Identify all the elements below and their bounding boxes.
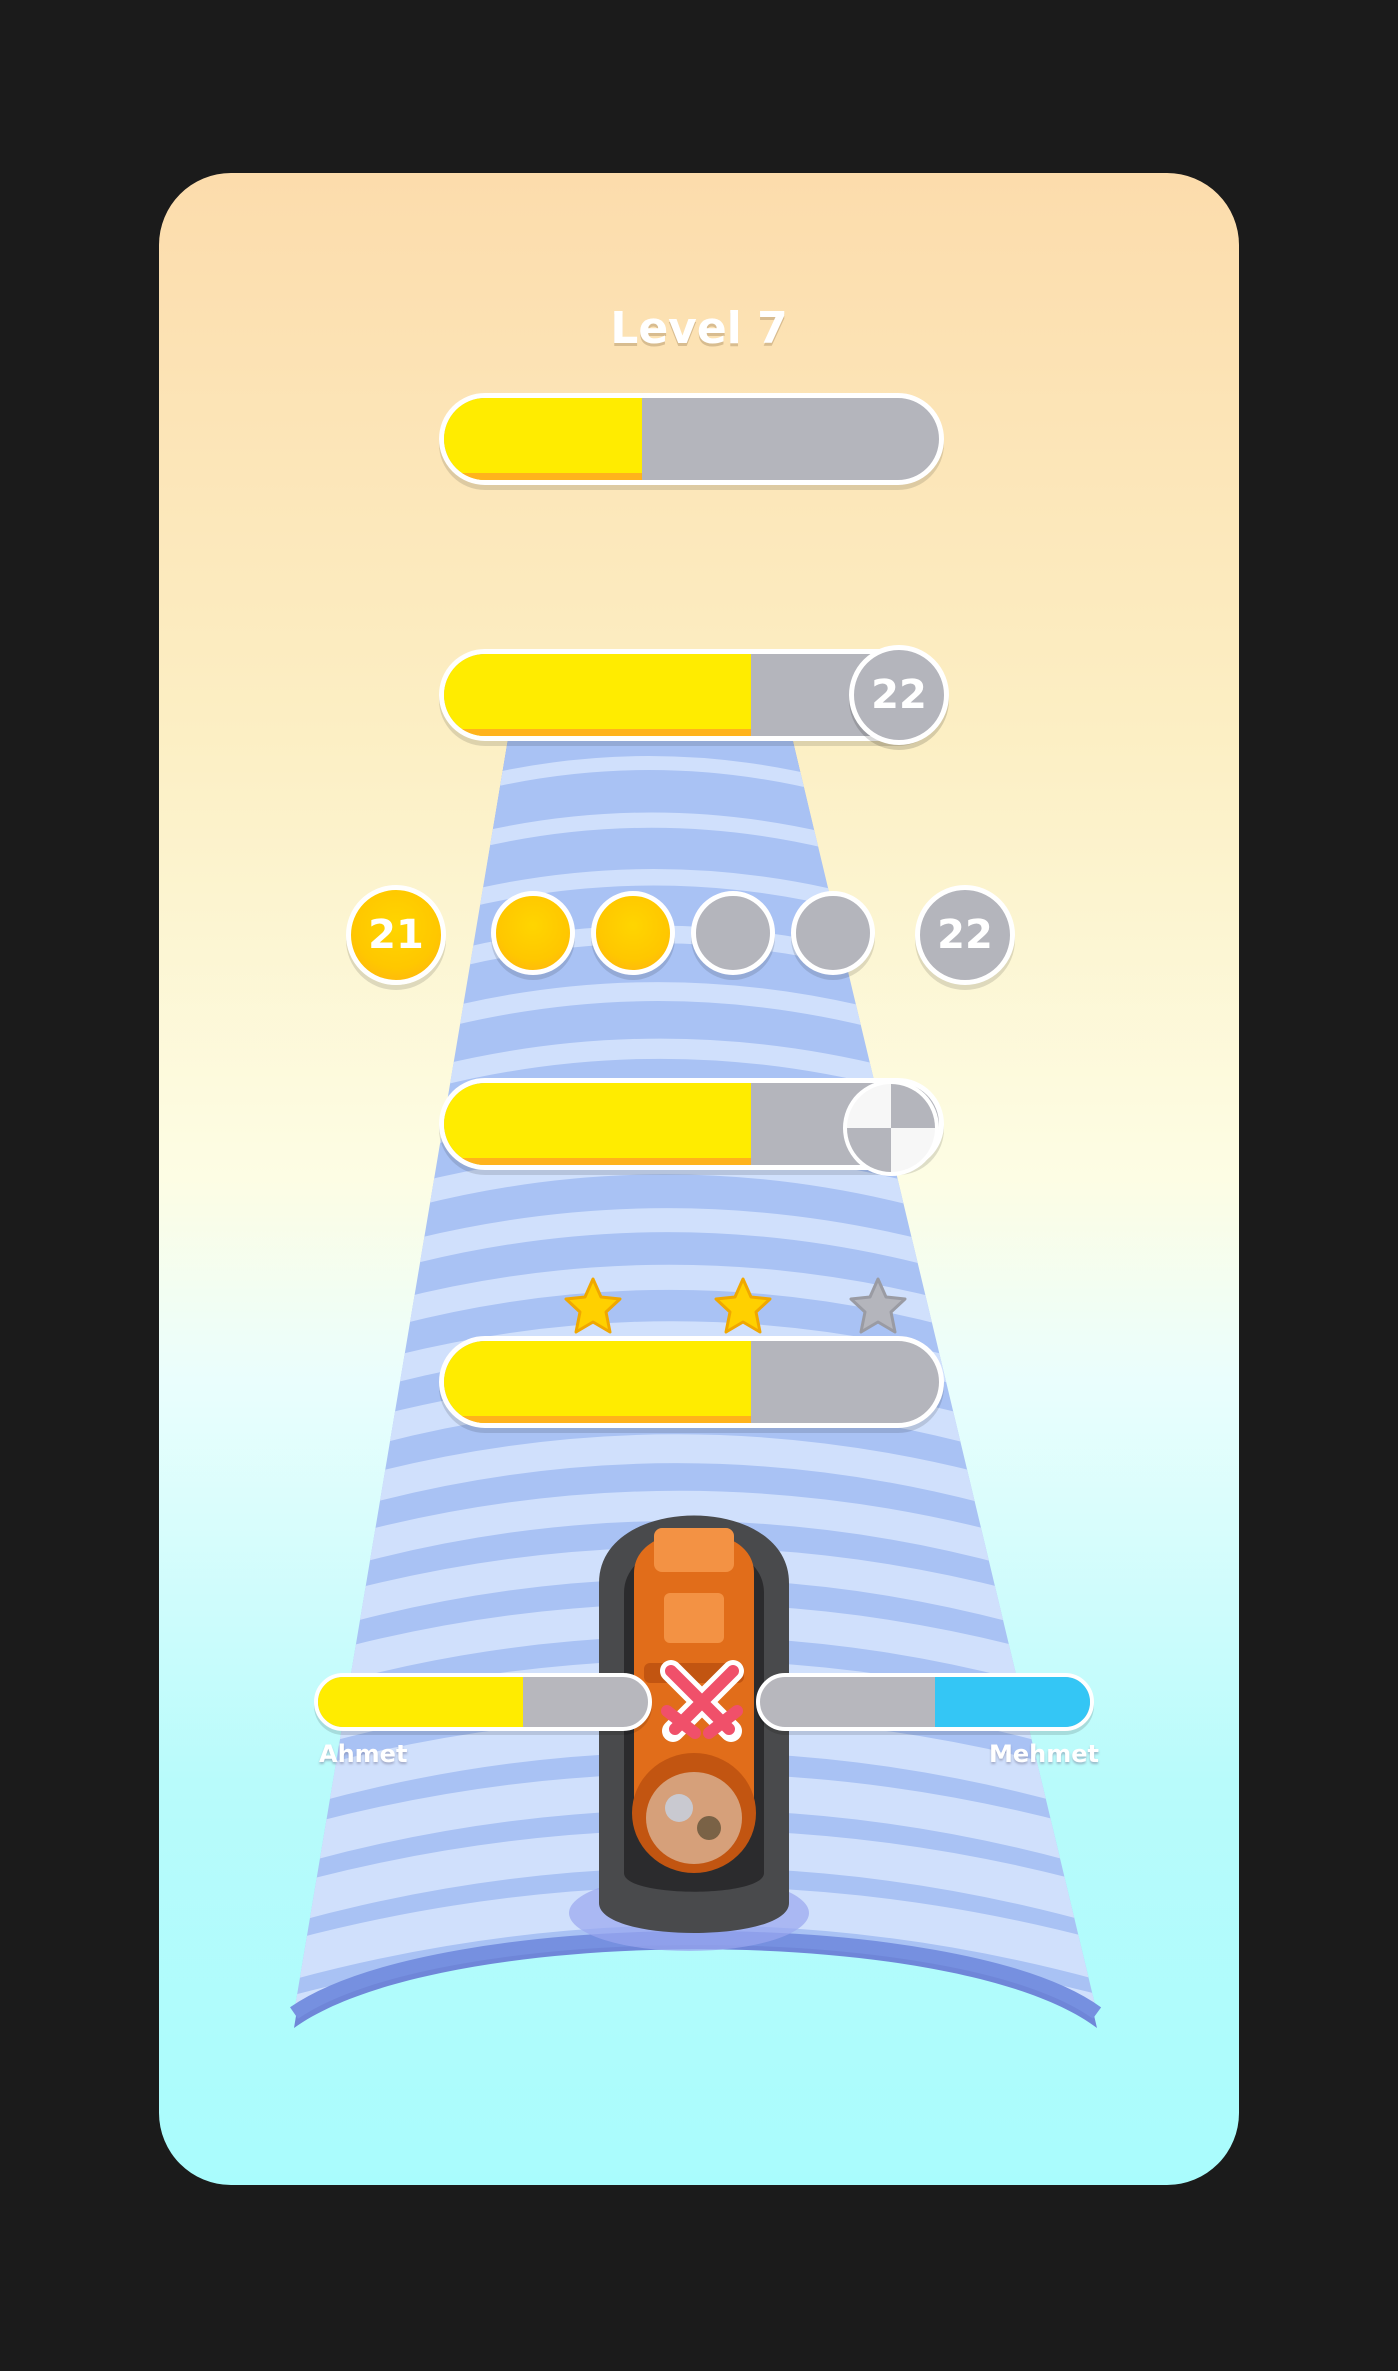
player-right-name: Mehmet <box>989 1740 1100 1768</box>
progress-fill <box>444 1341 751 1423</box>
crossed-swords-icon <box>660 1660 744 1742</box>
progress-dot-filled <box>491 891 575 975</box>
progress-dot-filled <box>591 891 675 975</box>
plain-progress-bar <box>439 393 944 485</box>
player-right-fill <box>934 1677 1090 1727</box>
level-title: Level 7 <box>610 303 788 354</box>
checkered-flag-icon <box>835 1078 947 1178</box>
progress-dot-empty <box>691 891 775 975</box>
star-icon-earned <box>714 1277 772 1334</box>
next-level-badge: 22 <box>849 645 949 745</box>
progress-fill <box>444 1083 751 1165</box>
progress-fill <box>444 654 751 736</box>
current-level-badge: 21 <box>346 885 446 985</box>
progress-dot-empty <box>791 891 875 975</box>
player-right-health-bar <box>756 1673 1094 1731</box>
star-icon-earned <box>564 1277 622 1334</box>
progress-fill <box>444 398 642 480</box>
game-screen: Level 7 22 21 22 Ahmet Mehmet <box>159 173 1239 2185</box>
player-left-name: Ahmet <box>319 1740 408 1768</box>
stars-progress-bar <box>439 1336 944 1428</box>
next-level-badge: 22 <box>915 885 1015 985</box>
player-left-fill <box>318 1677 523 1727</box>
star-icon-empty <box>849 1277 907 1334</box>
player-left-health-bar <box>314 1673 652 1731</box>
